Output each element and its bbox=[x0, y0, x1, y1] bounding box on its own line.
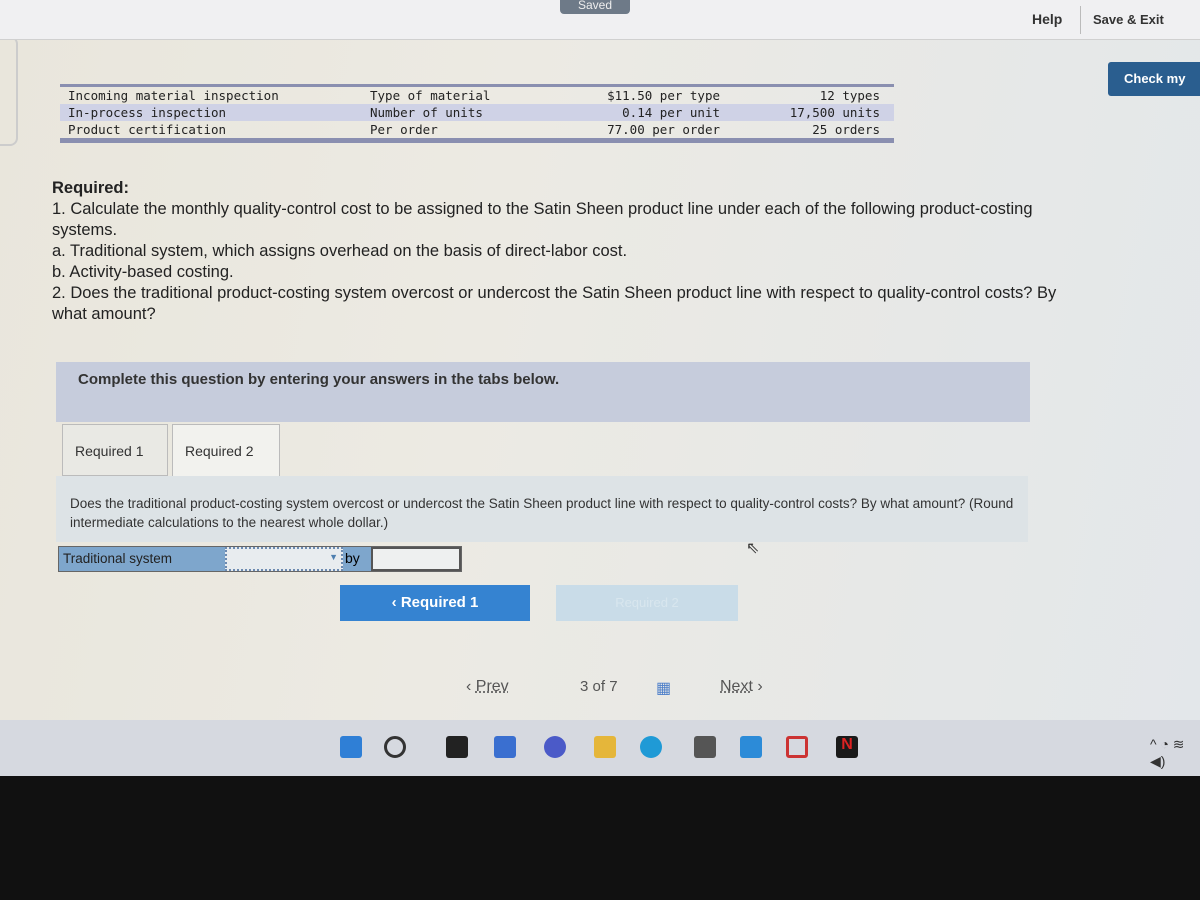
prev-required-label: Required 1 bbox=[400, 594, 479, 611]
prev-required-button[interactable]: ‹ Required 1 bbox=[340, 585, 530, 621]
help-link[interactable]: Help bbox=[1032, 11, 1062, 27]
traditional-system-label: Traditional system bbox=[59, 547, 225, 571]
table-row: In-process inspection Number of units 0.14… bbox=[60, 104, 894, 121]
tab-required-1[interactable]: Required 1 bbox=[62, 424, 168, 476]
file-explorer-icon[interactable] bbox=[594, 736, 616, 758]
table-row: Product certification Per order 77.00 per … bbox=[60, 121, 894, 138]
mcafee-icon[interactable] bbox=[786, 736, 808, 758]
driver: Per order bbox=[370, 122, 438, 137]
chevron-left-icon: ‹ bbox=[391, 594, 401, 611]
activity: In-process inspection bbox=[68, 105, 227, 120]
next-required-button[interactable]: Required 2 bbox=[556, 585, 738, 621]
driver: Number of units bbox=[370, 105, 483, 120]
page-indicator: 3 of 7 bbox=[580, 678, 660, 695]
mouse-cursor-icon: ⇖ bbox=[746, 540, 760, 557]
next-button[interactable]: Next › bbox=[720, 678, 800, 696]
rate: 77.00 per order bbox=[607, 122, 720, 137]
required-line-1: 1. Calculate the monthly quality-control… bbox=[52, 200, 1033, 239]
top-bar: Saved Help Save & Exit bbox=[0, 0, 1200, 40]
teams-chat-icon[interactable] bbox=[544, 736, 566, 758]
question-text: Does the traditional product-costing sys… bbox=[56, 476, 1028, 542]
quantity: 25 orders bbox=[812, 122, 880, 137]
activity-data-table: Incoming material inspection Type of mate… bbox=[60, 84, 894, 143]
table-row: Incoming material inspection Type of mate… bbox=[60, 87, 894, 104]
answer-row: Traditional system ▼ by bbox=[58, 546, 462, 572]
driver: Type of material bbox=[370, 88, 491, 103]
current-page: 3 bbox=[580, 678, 589, 695]
overcost-undercost-select[interactable]: ▼ bbox=[225, 547, 343, 571]
rate: 0.14 per unit bbox=[622, 105, 720, 120]
edge-browser-icon[interactable] bbox=[640, 736, 662, 758]
search-icon[interactable] bbox=[384, 736, 406, 758]
required-heading: Required: bbox=[52, 179, 130, 197]
prev-label: Prev bbox=[475, 678, 509, 695]
tab-required-2[interactable]: Required 2 bbox=[172, 424, 280, 476]
system-tray-icons[interactable]: ^ ◔ ≋ ◀) bbox=[1150, 736, 1200, 770]
required-line-b: b. Activity-based costing. bbox=[52, 263, 234, 281]
screen: Saved Help Save & Exit Check my Incoming… bbox=[0, 0, 1200, 720]
quantity: 17,500 units bbox=[789, 105, 880, 120]
store-icon[interactable] bbox=[694, 736, 716, 758]
by-label: by bbox=[343, 547, 371, 571]
side-panel-edge bbox=[0, 36, 18, 146]
prev-button[interactable]: ‹ Prev bbox=[466, 678, 546, 696]
widgets-icon[interactable] bbox=[494, 736, 516, 758]
windows-start-icon[interactable] bbox=[340, 736, 362, 758]
chevron-down-icon: ▼ bbox=[329, 552, 338, 562]
amount-input[interactable] bbox=[371, 547, 461, 571]
grid-icon[interactable]: ▦ bbox=[656, 678, 671, 698]
page-total: of 7 bbox=[592, 678, 618, 695]
activity: Incoming material inspection bbox=[68, 88, 279, 103]
required-line-a: a. Traditional system, which assigns ove… bbox=[52, 242, 628, 260]
check-my-work-button[interactable]: Check my bbox=[1108, 62, 1200, 96]
netflix-icon[interactable]: N bbox=[836, 736, 858, 758]
quantity: 12 types bbox=[819, 88, 880, 103]
task-view-icon[interactable] bbox=[446, 736, 468, 758]
rate: $11.50 per type bbox=[607, 88, 720, 103]
lockdown-browser-icon[interactable] bbox=[740, 736, 762, 758]
activity: Product certification bbox=[68, 122, 227, 137]
required-line-2: 2. Does the traditional product-costing … bbox=[52, 284, 1057, 323]
required-section: Required: 1. Calculate the monthly quali… bbox=[52, 178, 1082, 325]
save-exit-button[interactable]: Save & Exit bbox=[1080, 6, 1176, 34]
next-label: Next bbox=[720, 678, 753, 695]
instructions-banner: Complete this question by entering your … bbox=[56, 362, 1030, 422]
saved-indicator: Saved bbox=[560, 0, 630, 14]
